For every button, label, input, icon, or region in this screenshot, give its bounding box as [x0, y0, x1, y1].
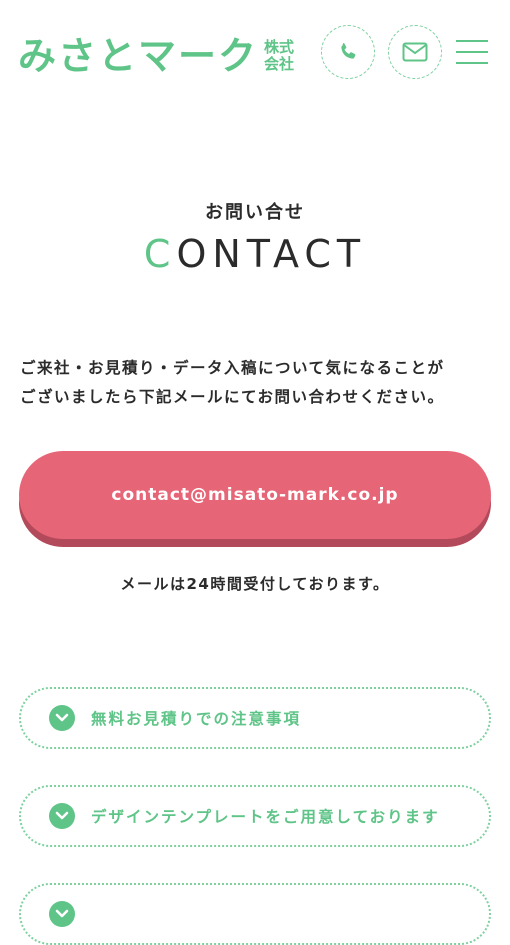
mail-icon — [402, 42, 428, 62]
chevron-down-icon — [49, 901, 75, 927]
faq-item[interactable]: デザインテンプレートをご用意しております — [19, 785, 491, 847]
menu-line-middle — [456, 51, 488, 53]
faq-item[interactable] — [19, 883, 491, 945]
faq-item-label: 無料お見積りでの注意事項 — [91, 710, 302, 728]
menu-line-bottom — [456, 62, 488, 64]
menu-line-top — [456, 40, 488, 42]
faq-item[interactable]: 無料お見積りでの注意事項 — [19, 687, 491, 749]
logo-company-type: 株式 会社 — [264, 39, 294, 73]
mail-button[interactable] — [388, 25, 442, 79]
title-accent-letter: C — [143, 232, 177, 276]
faq-item-label: デザインテンプレートをご用意しております — [91, 808, 440, 826]
section-title: CONTACT — [0, 232, 510, 276]
site-header: みさとマーク 株式 会社 — [0, 0, 510, 100]
chevron-down-icon — [49, 803, 75, 829]
reception-note: メールは24時間受付しております。 — [120, 575, 390, 593]
section-subtitle: お問い合せ — [205, 202, 305, 223]
email-link-button[interactable]: contact@misato-mark.co.jp — [19, 451, 491, 539]
intro-line-1: ご来社・お見積り・データ入稿について気になることが — [20, 359, 445, 377]
contact-intro: ご来社・お見積り・データ入稿について気になることが ございましたら下記メールにて… — [20, 354, 500, 412]
logo-sub-line2: 会社 — [264, 55, 295, 73]
intro-line-2: ございましたら下記メールにてお問い合わせください。 — [20, 388, 445, 406]
phone-button[interactable] — [321, 25, 375, 79]
logo-sub-line1: 株式 — [264, 38, 295, 56]
logo-text: みさとマーク — [18, 34, 259, 78]
site-logo[interactable]: みさとマーク 株式 会社 — [18, 34, 294, 78]
hamburger-menu-icon[interactable] — [456, 40, 490, 66]
chevron-down-icon — [49, 705, 75, 731]
title-rest: ONTACT — [176, 232, 367, 276]
phone-icon — [341, 43, 356, 59]
